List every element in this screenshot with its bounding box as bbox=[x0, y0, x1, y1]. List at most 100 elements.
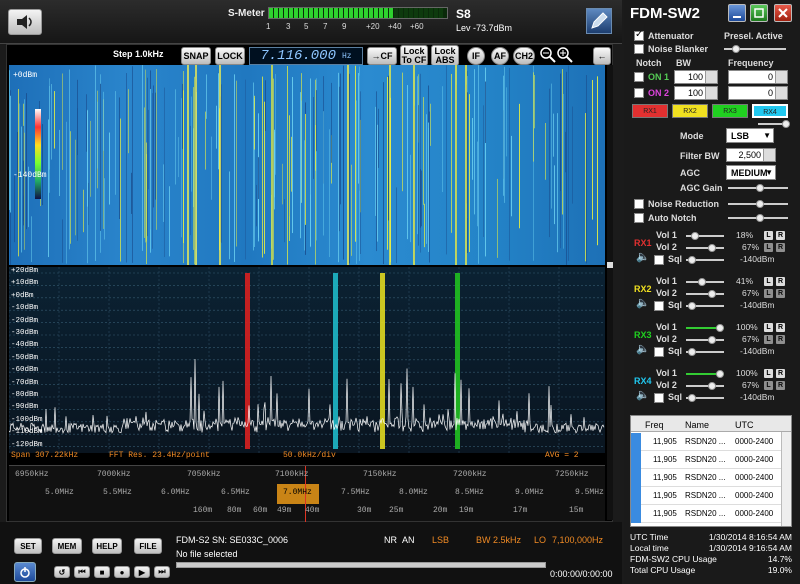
table-row[interactable]: 11,905 RSDN20 ... 0000-2400 bbox=[631, 487, 791, 505]
freq-header[interactable]: Freq bbox=[645, 420, 664, 430]
maximize-button[interactable] bbox=[750, 4, 768, 22]
frequency-display[interactable]: 7.116.000 Hz bbox=[249, 47, 363, 65]
frequency-scale[interactable]: 6950kHz 7000kHz 7050kHz 7100kHz 7150kHz 7200k… bbox=[9, 465, 605, 522]
table-row[interactable]: 11,905 RSDN20 ... 0000-2400 bbox=[631, 451, 791, 469]
file-button[interactable]: FILE bbox=[134, 538, 162, 554]
vol1-slider[interactable] bbox=[686, 324, 724, 332]
speaker-icon[interactable]: 🔈 bbox=[636, 250, 650, 263]
minimize-button[interactable] bbox=[728, 4, 746, 22]
left-toggle[interactable]: L bbox=[764, 277, 773, 286]
attenuator-checkbox[interactable] bbox=[634, 29, 644, 41]
noise-reduction-slider[interactable] bbox=[728, 200, 788, 208]
right-toggle[interactable]: R bbox=[776, 369, 785, 378]
lock-button[interactable]: LOCK bbox=[215, 47, 245, 65]
notch2-bw-input[interactable]: 100 bbox=[674, 86, 718, 100]
rx2-selector[interactable]: RX2 bbox=[672, 104, 708, 118]
presel-slider[interactable] bbox=[724, 45, 786, 53]
noise-reduction-checkbox[interactable] bbox=[634, 199, 644, 209]
notch1-bw-input[interactable]: 100 bbox=[674, 70, 718, 84]
right-toggle[interactable]: R bbox=[776, 381, 785, 390]
squelch-slider[interactable] bbox=[686, 348, 724, 356]
left-toggle[interactable]: L bbox=[764, 243, 773, 252]
left-toggle[interactable]: L bbox=[764, 381, 773, 390]
close-button[interactable] bbox=[774, 4, 792, 22]
agc-select[interactable]: MEDIUM bbox=[726, 165, 776, 180]
notch1-checkbox[interactable] bbox=[634, 72, 644, 82]
playback-progress[interactable] bbox=[176, 562, 546, 568]
if-button[interactable]: IF bbox=[467, 47, 485, 65]
lock-to-cf-button[interactable]: Lock To CF bbox=[400, 45, 428, 66]
table-scrollbar[interactable] bbox=[781, 432, 791, 526]
vol1-slider[interactable] bbox=[686, 278, 724, 286]
panel-splitter[interactable] bbox=[607, 65, 613, 520]
speaker-icon[interactable]: 🔈 bbox=[636, 342, 650, 355]
stop-button[interactable]: ■ bbox=[94, 566, 110, 578]
af-button[interactable]: AF bbox=[491, 47, 509, 65]
help-button[interactable]: HELP bbox=[92, 538, 122, 554]
right-toggle[interactable]: R bbox=[776, 231, 785, 240]
vol2-slider[interactable] bbox=[686, 290, 724, 298]
rx-slider[interactable] bbox=[758, 120, 790, 128]
mute-button[interactable] bbox=[8, 9, 42, 35]
snap-button[interactable]: SNAP bbox=[181, 47, 211, 65]
table-row[interactable]: 11,905 RSDN20 ... 0000-2400 bbox=[631, 505, 791, 523]
left-toggle[interactable]: L bbox=[764, 335, 773, 344]
zoom-in-icon[interactable] bbox=[557, 47, 573, 66]
right-toggle[interactable]: R bbox=[776, 335, 785, 344]
rx1-selector[interactable]: RX1 bbox=[632, 104, 668, 118]
squelch-slider[interactable] bbox=[686, 256, 724, 264]
squelch-slider[interactable] bbox=[686, 394, 724, 402]
filter-bw-input[interactable]: 2,500 bbox=[726, 148, 776, 162]
vol1-slider[interactable] bbox=[686, 232, 724, 240]
speaker-icon[interactable]: 🔈 bbox=[636, 388, 650, 401]
rewind-button[interactable]: ⏮ bbox=[74, 566, 90, 578]
vol1-slider[interactable] bbox=[686, 370, 724, 378]
notch2-freq-input[interactable]: 0 bbox=[728, 86, 788, 100]
mode-select[interactable]: LSB bbox=[726, 128, 774, 143]
utc-header[interactable]: UTC bbox=[735, 420, 754, 430]
vol2-slider[interactable] bbox=[686, 336, 724, 344]
mem-button[interactable]: MEM bbox=[52, 538, 82, 554]
squelch-checkbox[interactable] bbox=[654, 301, 664, 311]
notch1-freq-input[interactable]: 0 bbox=[728, 70, 788, 84]
auto-notch-slider[interactable] bbox=[728, 214, 788, 222]
rx4-selector[interactable]: RX4 bbox=[752, 104, 788, 118]
set-button[interactable]: SET bbox=[14, 538, 42, 554]
power-button[interactable] bbox=[14, 562, 36, 582]
play-button[interactable]: ▶ bbox=[134, 566, 150, 578]
table-row[interactable]: 11,905 RSDN20 ... 0000-2400 bbox=[631, 469, 791, 487]
notch2-checkbox[interactable] bbox=[634, 88, 644, 98]
squelch-slider[interactable] bbox=[686, 302, 724, 310]
squelch-checkbox[interactable] bbox=[654, 255, 664, 265]
right-toggle[interactable]: R bbox=[776, 277, 785, 286]
right-toggle[interactable]: R bbox=[776, 323, 785, 332]
vol2-slider[interactable] bbox=[686, 382, 724, 390]
right-toggle[interactable]: R bbox=[776, 243, 785, 252]
zoom-out-icon[interactable] bbox=[540, 47, 556, 66]
waterfall-display[interactable]: +0dBm -140dBm bbox=[9, 65, 605, 265]
table-row[interactable]: 11,905 RSDN20 ... 0000-2400 bbox=[631, 433, 791, 451]
lock-abs-button[interactable]: Lock ABS bbox=[431, 45, 459, 66]
collapse-button[interactable]: ← bbox=[593, 47, 611, 65]
vol2-slider[interactable] bbox=[686, 244, 724, 252]
auto-notch-checkbox[interactable] bbox=[634, 213, 644, 223]
left-toggle[interactable]: L bbox=[764, 289, 773, 298]
loop-button[interactable]: ↺ bbox=[54, 566, 70, 578]
left-toggle[interactable]: L bbox=[764, 369, 773, 378]
right-toggle[interactable]: R bbox=[776, 289, 785, 298]
agc-gain-slider[interactable] bbox=[728, 184, 788, 192]
speaker-icon[interactable]: 🔈 bbox=[636, 296, 650, 309]
forward-button[interactable]: ⏭ bbox=[154, 566, 170, 578]
spectrum-display[interactable]: +20dBm +10dBm +0dBm -10dBm -20dBm -30dBm -40dB… bbox=[9, 267, 605, 453]
memory-table[interactable]: Freq Name UTC 11,905 RSDN20 ... 0000-2400 1… bbox=[630, 415, 792, 527]
ch2-button[interactable]: CH2 bbox=[513, 47, 535, 65]
left-toggle[interactable]: L bbox=[764, 323, 773, 332]
squelch-checkbox[interactable] bbox=[654, 347, 664, 357]
record-button[interactable]: ● bbox=[114, 566, 130, 578]
to-cf-button[interactable]: →CF bbox=[367, 47, 397, 65]
noise-blanker-checkbox[interactable] bbox=[634, 44, 644, 54]
edit-icon[interactable] bbox=[586, 8, 612, 34]
left-toggle[interactable]: L bbox=[764, 231, 773, 240]
splitter-handle[interactable] bbox=[607, 262, 613, 268]
squelch-checkbox[interactable] bbox=[654, 393, 664, 403]
